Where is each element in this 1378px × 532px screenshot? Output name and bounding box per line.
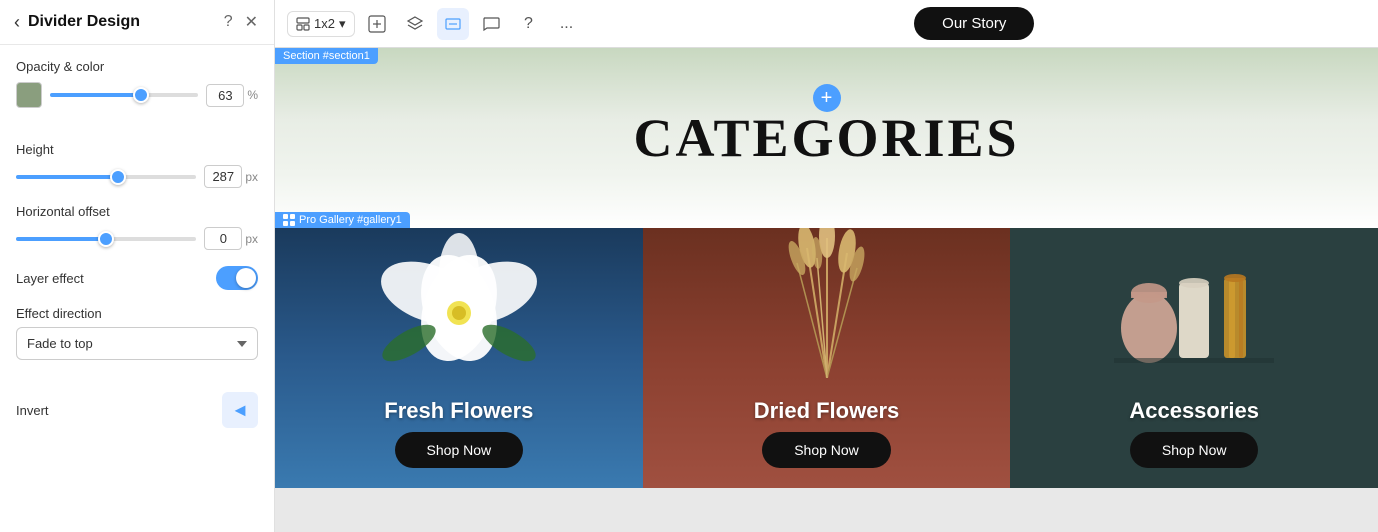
fresh-flower-svg [369,233,549,383]
opacity-unit: % [247,88,258,102]
gallery-card-accessories[interactable]: Accessories Shop Now [1010,228,1378,488]
accessories-svg [1094,228,1294,378]
opacity-color-row: 63 % [16,82,258,108]
opacity-value-group: 63 % [206,84,258,107]
height-unit: px [245,170,258,184]
layer-effect-label: Layer effect [16,271,84,286]
gallery-badge[interactable]: Pro Gallery #gallery1 [275,212,410,228]
help-button[interactable]: ? [222,10,235,34]
layout-chevron: ▾ [339,16,346,32]
back-button[interactable]: ‹ [14,12,20,33]
horizontal-offset-section: Horizontal offset 0 px [16,204,258,250]
more-button[interactable]: ... [551,8,583,40]
layer-effect-row: Layer effect [16,266,258,290]
gallery-icon [283,214,295,226]
height-slider[interactable] [16,175,196,179]
canvas-content: Section #section1 + CATEGORIES Pro Galle… [275,48,1378,532]
comment-button[interactable] [475,8,507,40]
help-canvas-icon: ? [524,15,533,33]
shop-now-button-fresh[interactable]: Shop Now [395,432,524,468]
card-info-accessories: Accessories Shop Now [1129,398,1259,468]
shop-now-button-accessories[interactable]: Shop Now [1130,432,1259,468]
shop-now-button-dried[interactable]: Shop Now [762,432,891,468]
invert-row: Invert ◄ [16,392,258,428]
toolbar-left: 1x2 ▾ [287,8,583,40]
opacity-color-label: Opacity & color [16,59,258,74]
offset-input[interactable]: 0 [204,227,242,250]
height-value-group: 287 px [204,165,258,188]
section-badge[interactable]: Section #section1 [275,48,378,64]
horizontal-offset-label: Horizontal offset [16,204,258,219]
panel-header-icons: ? ✕ [222,10,260,34]
left-panel: ‹ Divider Design ? ✕ Opacity & color 63 … [0,0,275,532]
layer-effect-toggle[interactable] [216,266,258,290]
layers-button[interactable] [399,8,431,40]
card-title-fresh: Fresh Flowers [384,398,533,424]
opacity-color-section: Opacity & color 63 % [16,59,258,126]
panel-body: Opacity & color 63 % Height 287 [0,45,274,532]
layers-icon [406,15,424,33]
dried-flower-svg [747,228,907,378]
height-row: 287 px [16,165,258,188]
card-info-fresh: Fresh Flowers Shop Now [384,398,533,468]
height-slider-container [16,175,196,179]
offset-slider-container [16,237,196,241]
resize-icon [444,15,462,33]
gallery-card-dried[interactable]: Dried Flowers Shop Now [643,228,1011,488]
categories-title: CATEGORIES [633,107,1019,169]
effect-direction-label: Effect direction [16,306,258,321]
card-title-dried: Dried Flowers [754,398,899,424]
add-section-button[interactable] [361,8,393,40]
panel-title: Divider Design [28,13,140,31]
panel-header: ‹ Divider Design ? ✕ [0,0,274,45]
toolbar: 1x2 ▾ [275,0,1378,48]
opacity-input[interactable]: 63 [206,84,244,107]
color-swatch[interactable] [16,82,42,108]
categories-section: CATEGORIES Pro Gallery #gallery1 [275,48,1378,228]
layout-selector[interactable]: 1x2 ▾ [287,11,355,37]
more-icon: ... [560,15,573,33]
horizontal-offset-row: 0 px [16,227,258,250]
comment-icon [482,15,500,33]
close-button[interactable]: ✕ [243,10,260,34]
invert-button[interactable]: ◄ [222,392,258,428]
card-info-dried: Dried Flowers Shop Now [754,398,899,468]
offset-value-group: 0 px [204,227,258,250]
our-story-button[interactable]: Our Story [914,7,1034,40]
opacity-slider[interactable] [50,93,198,97]
offset-slider[interactable] [16,237,196,241]
height-input[interactable]: 287 [204,165,242,188]
effect-direction-section: Effect direction Fade to top Fade to bot… [16,306,258,376]
opacity-slider-container [50,93,198,97]
add-element-button[interactable]: + [813,84,841,112]
add-icon [368,15,386,33]
gallery-row: Fresh Flowers Shop Now [275,228,1378,488]
help-canvas-button[interactable]: ? [513,8,545,40]
effect-direction-select[interactable]: Fade to top Fade to bottom Fade to left … [16,327,258,360]
height-label: Height [16,142,258,157]
offset-unit: px [245,232,258,246]
gallery-card-fresh[interactable]: Fresh Flowers Shop Now [275,228,643,488]
gallery-badge-text: Pro Gallery #gallery1 [299,214,402,226]
card-title-accessories: Accessories [1129,398,1259,424]
layout-icon [296,17,310,31]
panel-header-left: ‹ Divider Design [14,12,140,33]
resize-button[interactable] [437,8,469,40]
height-section: Height 287 px [16,142,258,188]
invert-label: Invert [16,403,49,418]
toolbar-center: Our Story [591,7,1359,40]
layout-label: 1x2 [314,16,335,31]
canvas-area: 1x2 ▾ [275,0,1378,532]
